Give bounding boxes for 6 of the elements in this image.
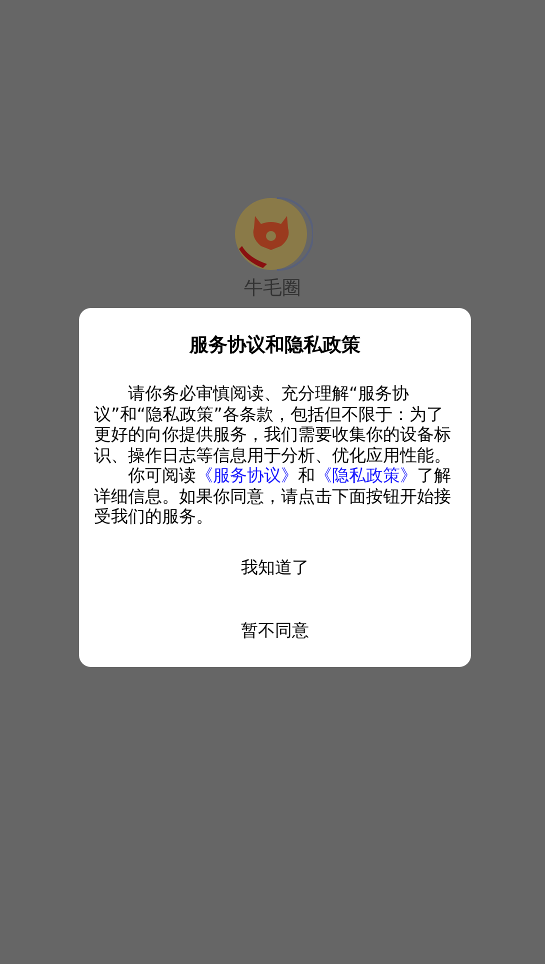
policy-link[interactable]: 《隐私政策》 xyxy=(315,466,417,486)
policy-paragraph: 你可阅读《服务协议》和《隐私政策》了解详细信息。如果你同意，请点击下面按钮开始接受我们的服务。 xyxy=(94,466,452,528)
policy-link[interactable]: 《服务协议》 xyxy=(196,466,298,486)
policy-paragraph: 请你务必审慎阅读、充分理解“服务协议”和“隐私政策”各条款，包括但不限于：为了更好的向你提供服务，我们需要收集你的设备标识、操作日志等信息用于分析、优化应用性能。 xyxy=(94,384,452,466)
dialog-title: 服务协议和隐私政策 xyxy=(188,333,362,358)
app-logo-icon xyxy=(232,194,312,274)
